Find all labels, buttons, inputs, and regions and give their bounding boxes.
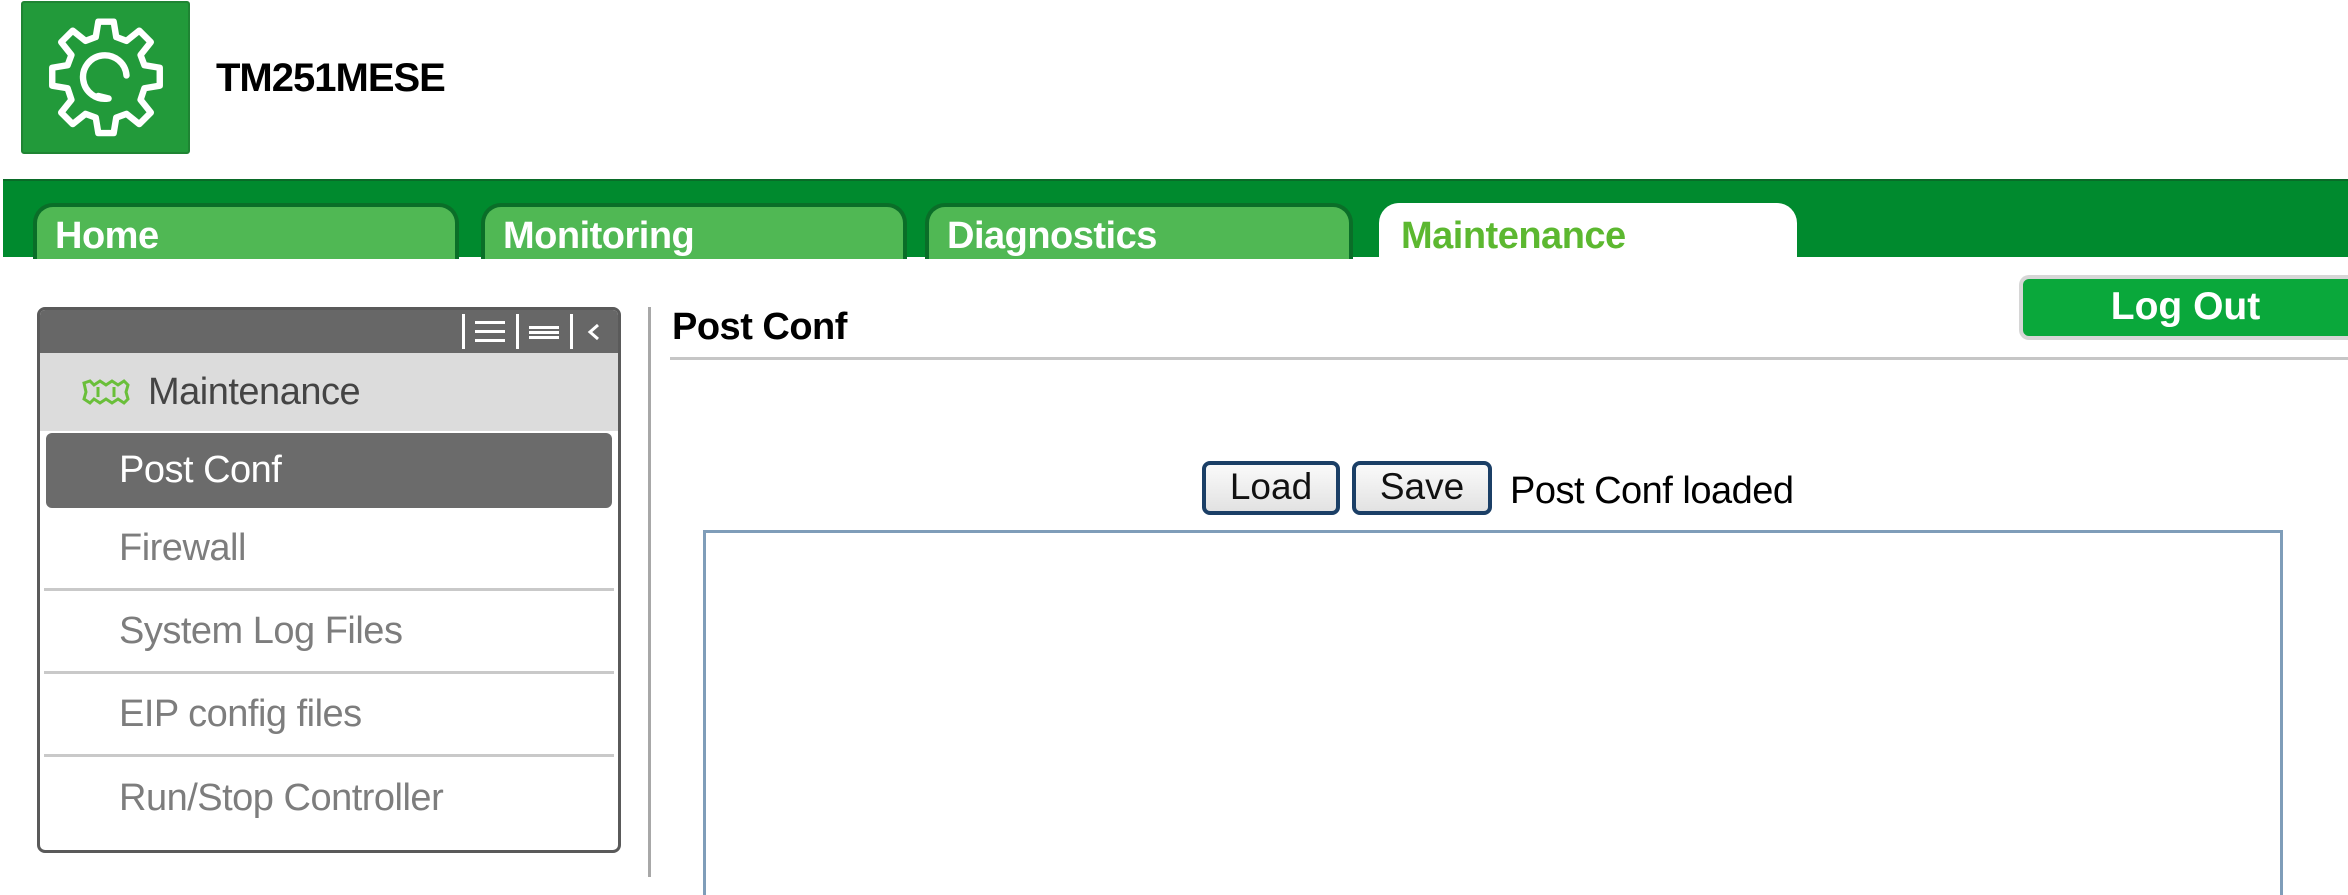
panel-divider: [648, 307, 651, 877]
save-button[interactable]: Save: [1352, 461, 1492, 515]
post-conf-editor[interactable]: [703, 530, 2283, 895]
title-divider: [670, 357, 2348, 360]
maintenance-icon: [82, 379, 130, 405]
collapse-all-icon[interactable]: [516, 314, 568, 349]
sidebar-item-post-conf[interactable]: Post Conf: [46, 433, 612, 508]
load-button[interactable]: Load: [1202, 461, 1340, 515]
sidebar-item-eip-config-files[interactable]: EIP config files: [44, 674, 614, 757]
tab-diagnostics[interactable]: Diagnostics: [925, 203, 1353, 259]
tab-maintenance[interactable]: Maintenance: [1379, 203, 1797, 259]
status-text: Post Conf loaded: [1510, 470, 1794, 512]
sidebar-item-firewall[interactable]: Firewall: [44, 508, 614, 591]
logout-button[interactable]: Log Out: [2019, 275, 2348, 340]
tab-monitoring[interactable]: Monitoring: [481, 203, 907, 259]
page-title: Post Conf: [672, 306, 847, 348]
sidebar-item-run-stop-controller[interactable]: Run/Stop Controller: [44, 757, 614, 840]
gear-icon: [48, 17, 163, 136]
sidebar-toolbar: [40, 310, 618, 353]
sidebar-section-maintenance[interactable]: Maintenance: [40, 353, 618, 431]
sidebar-item-system-log-files[interactable]: System Log Files: [44, 591, 614, 674]
chevron-left-icon[interactable]: [570, 314, 614, 349]
tab-home[interactable]: Home: [33, 203, 459, 259]
main-navbar: Home Monitoring Diagnostics Maintenance: [3, 179, 2348, 259]
sidebar-section-label: Maintenance: [148, 370, 361, 413]
sidebar: Maintenance Post Conf Firewall System Lo…: [37, 307, 621, 853]
device-name: TM251MESE: [216, 56, 446, 100]
logo: [21, 1, 190, 154]
expand-all-icon[interactable]: [462, 314, 514, 349]
